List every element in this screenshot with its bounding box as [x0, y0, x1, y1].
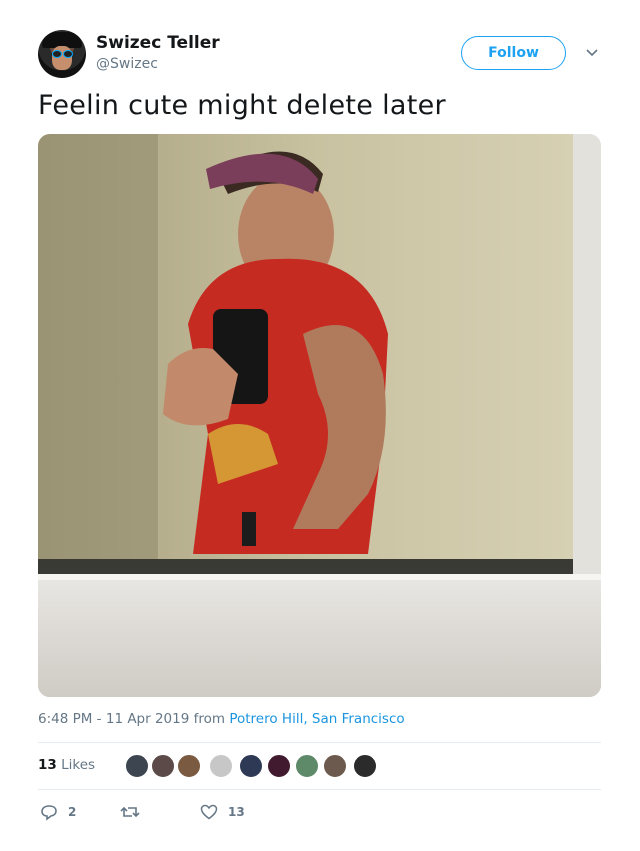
like-count: 13 — [228, 805, 245, 819]
from-label: from — [193, 711, 226, 727]
divider — [38, 789, 601, 790]
reply-action[interactable]: 2 — [40, 802, 76, 822]
avatar[interactable] — [124, 753, 150, 779]
heart-icon[interactable] — [200, 803, 218, 821]
avatar[interactable] — [238, 753, 264, 779]
author-handle[interactable]: @Swizec — [96, 56, 158, 72]
retweet-action[interactable] — [120, 802, 150, 822]
divider — [38, 742, 601, 743]
avatar[interactable] — [352, 753, 378, 779]
reply-icon[interactable] — [40, 803, 58, 821]
likes-summary[interactable]: 13 Likes — [38, 757, 95, 773]
avatar[interactable] — [294, 753, 320, 779]
timestamp[interactable]: 6:48 PM - 11 Apr 2019 — [38, 711, 189, 727]
avatar[interactable] — [322, 753, 348, 779]
avatar[interactable] — [176, 753, 202, 779]
like-action[interactable]: 13 — [200, 802, 245, 822]
likes-label: Likes — [61, 757, 96, 773]
tweet-text: Feelin cute might delete later — [38, 90, 446, 121]
avatar[interactable] — [208, 753, 234, 779]
reply-count: 2 — [68, 805, 77, 819]
tweet-photo[interactable] — [38, 134, 601, 697]
follow-button[interactable]: Follow — [461, 36, 566, 70]
avatar[interactable] — [266, 753, 292, 779]
author-avatar[interactable] — [38, 30, 86, 78]
location-link[interactable]: Potrero Hill, San Francisco — [229, 711, 404, 727]
tweet-meta: 6:48 PM - 11 Apr 2019 from Potrero Hill,… — [38, 711, 405, 727]
author-name[interactable]: Swizec Teller — [96, 33, 220, 53]
likes-count: 13 — [38, 757, 57, 773]
chevron-down-icon[interactable] — [584, 44, 600, 60]
avatar[interactable] — [150, 753, 176, 779]
retweet-icon[interactable] — [120, 803, 140, 821]
